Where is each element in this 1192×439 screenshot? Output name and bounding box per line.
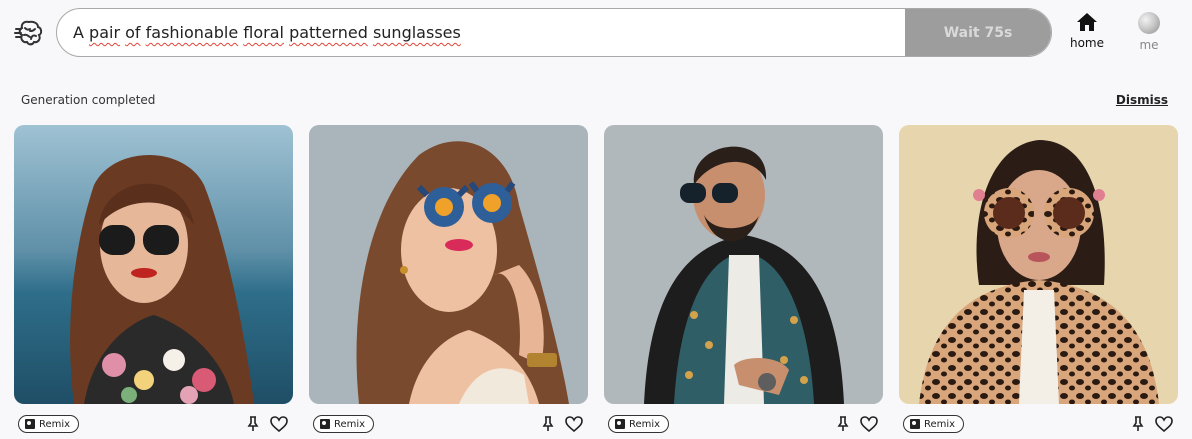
dismiss-link[interactable]: Dismiss — [1116, 93, 1168, 107]
remix-button[interactable]: Remix — [313, 415, 375, 433]
home-icon — [1077, 13, 1097, 31]
status-message: Generation completed — [21, 93, 156, 107]
prompt-word: patterned — [289, 23, 368, 42]
prompt-word: of — [125, 23, 141, 42]
prompt-word-a: A — [73, 23, 90, 42]
remix-label: Remix — [629, 418, 661, 430]
search-input[interactable]: A pair of fashionable floral patterned s… — [73, 9, 893, 56]
search-bar[interactable]: A pair of fashionable floral patterned s… — [56, 8, 1052, 57]
heart-icon[interactable] — [860, 416, 878, 432]
nav-home-label: home — [1069, 36, 1105, 50]
prompt-word: fashionable — [145, 23, 239, 42]
image-card: Remix — [604, 125, 883, 436]
remix-label: Remix — [39, 418, 71, 430]
generated-image[interactable] — [309, 125, 588, 404]
remix-button[interactable]: Remix — [18, 415, 80, 433]
image-card: Remix — [309, 125, 588, 436]
pin-icon[interactable] — [541, 416, 555, 432]
generated-image[interactable] — [604, 125, 883, 404]
remix-button[interactable]: Remix — [608, 415, 670, 433]
generated-image[interactable] — [14, 125, 293, 404]
remix-icon — [320, 419, 330, 429]
prompt-word: pair — [89, 23, 121, 42]
pin-icon[interactable] — [836, 416, 850, 432]
prompt-word: sunglasses — [372, 23, 461, 42]
pin-icon[interactable] — [1131, 416, 1145, 432]
image-card: Remix — [14, 125, 293, 436]
generated-image[interactable] — [899, 125, 1178, 404]
pin-icon[interactable] — [246, 416, 260, 432]
heart-icon[interactable] — [1155, 416, 1173, 432]
remix-label: Remix — [334, 418, 366, 430]
generate-wait-button[interactable]: Wait 75s — [905, 9, 1051, 56]
remix-icon — [910, 419, 920, 429]
heart-icon[interactable] — [270, 416, 288, 432]
remix-button[interactable]: Remix — [903, 415, 965, 433]
remix-label: Remix — [924, 418, 956, 430]
remix-icon — [25, 419, 35, 429]
prompt-word: floral — [243, 23, 284, 42]
remix-icon — [615, 419, 625, 429]
image-card: Remix — [899, 125, 1178, 436]
avatar-icon — [1138, 12, 1160, 34]
heart-icon[interactable] — [565, 416, 583, 432]
nav-me-label: me — [1139, 38, 1159, 52]
brain-logo-icon[interactable] — [14, 17, 46, 49]
nav-me[interactable]: me — [1123, 12, 1175, 52]
nav-home[interactable]: home — [1061, 12, 1113, 50]
